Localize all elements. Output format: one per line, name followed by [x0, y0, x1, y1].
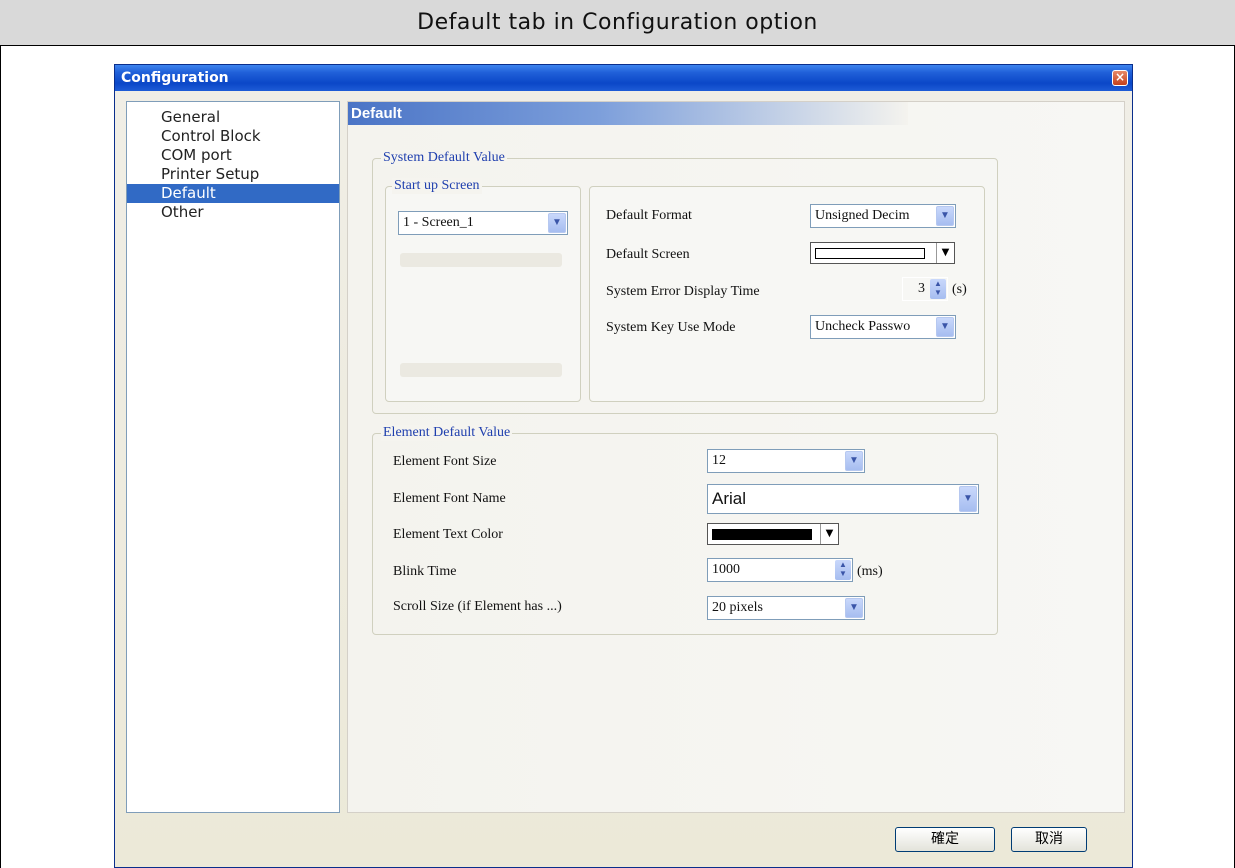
error-display-time-value: 3 — [918, 281, 925, 296]
font-name-select[interactable]: Arial ▼ — [707, 484, 979, 514]
startup-placeholder-bottom — [400, 363, 562, 377]
caret-down-icon[interactable]: ▼ — [820, 524, 838, 544]
ok-button[interactable]: 確定 — [895, 827, 995, 852]
close-icon[interactable]: × — [1112, 70, 1128, 86]
chevron-down-icon[interactable]: ▼ — [845, 598, 863, 618]
error-display-time-label: System Error Display Time — [606, 284, 760, 299]
error-display-time-spinner[interactable]: 3 ▲ ▼ — [902, 277, 948, 301]
font-size-label: Element Font Size — [393, 454, 497, 469]
system-default-group: System Default Value Start up Screen 1 -… — [372, 150, 998, 414]
startup-screen-group: Start up Screen 1 - Screen_1 ▼ — [385, 178, 581, 402]
scroll-size-label: Scroll Size (if Element has ...) — [393, 599, 562, 614]
system-settings-box: Default Format Unsigned Decim ▼ Default … — [589, 186, 985, 402]
default-format-label: Default Format — [606, 208, 692, 223]
nav-item-com-port[interactable]: COM port — [127, 146, 339, 165]
font-name-label: Element Font Name — [393, 491, 506, 506]
chevron-down-icon[interactable]: ▼ — [959, 486, 977, 512]
nav-item-control-block[interactable]: Control Block — [127, 127, 339, 146]
startup-placeholder-top — [400, 253, 562, 267]
default-format-select[interactable]: Unsigned Decim ▼ — [810, 204, 956, 228]
nav-item-general[interactable]: General — [127, 108, 339, 127]
text-color-label: Element Text Color — [393, 527, 503, 542]
dialog-title: Configuration — [121, 70, 229, 86]
nav-item-default[interactable]: Default — [127, 184, 339, 203]
startup-screen-select[interactable]: 1 - Screen_1 ▼ — [398, 211, 568, 235]
default-screen-label: Default Screen — [606, 247, 690, 262]
figure-caption: Default tab in Configuration option — [0, 0, 1235, 46]
panel-header: Default — [348, 102, 908, 125]
category-list: General Control Block COM port Printer S… — [126, 101, 340, 813]
blink-time-spinner[interactable]: 1000 ▲ ▼ — [707, 558, 853, 582]
blink-time-unit: (ms) — [857, 564, 883, 579]
default-screen-swatch — [815, 248, 925, 259]
system-default-title: System Default Value — [381, 150, 507, 166]
chevron-down-icon[interactable]: ▼ — [936, 317, 954, 337]
font-name-value: Arial — [712, 489, 747, 508]
text-color-picker[interactable]: ▼ — [707, 523, 839, 545]
spin-arrows-icon[interactable]: ▲ ▼ — [835, 560, 851, 580]
settings-panel: Default System Default Value Start up Sc… — [347, 101, 1125, 813]
dialog-body: General Control Block COM port Printer S… — [115, 91, 1132, 867]
text-color-swatch — [712, 529, 812, 540]
key-use-mode-label: System Key Use Mode — [606, 320, 736, 335]
font-size-select[interactable]: 12 ▼ — [707, 449, 865, 473]
element-default-group: Element Default Value Element Font Size … — [372, 425, 998, 635]
font-size-value: 12 — [712, 453, 726, 468]
nav-item-other[interactable]: Other — [127, 203, 339, 222]
cancel-button[interactable]: 取消 — [1011, 827, 1087, 852]
default-format-value: Unsigned Decim — [815, 208, 910, 223]
nav-item-printer-setup[interactable]: Printer Setup — [127, 165, 339, 184]
startup-screen-title: Start up Screen — [392, 178, 482, 194]
blink-time-value: 1000 — [712, 562, 740, 577]
chevron-down-icon[interactable]: ▼ — [548, 213, 566, 233]
configuration-dialog: Configuration × General Control Block CO… — [114, 64, 1133, 868]
scroll-size-value: 20 pixels — [712, 600, 763, 615]
scroll-size-select[interactable]: 20 pixels ▼ — [707, 596, 865, 620]
key-use-mode-value: Uncheck Passwo — [815, 319, 911, 334]
error-display-time-unit: (s) — [952, 282, 967, 297]
element-default-title: Element Default Value — [381, 425, 513, 441]
startup-screen-value: 1 - Screen_1 — [403, 215, 474, 230]
dialog-titlebar: Configuration × — [115, 65, 1132, 91]
blink-time-label: Blink Time — [393, 564, 457, 579]
chevron-down-icon[interactable]: ▼ — [936, 206, 954, 226]
spin-arrows-icon[interactable]: ▲ ▼ — [930, 279, 946, 299]
key-use-mode-select[interactable]: Uncheck Passwo ▼ — [810, 315, 956, 339]
default-screen-color-picker[interactable]: ▼ — [810, 242, 955, 264]
chevron-down-icon[interactable]: ▼ — [845, 451, 863, 471]
caret-down-icon[interactable]: ▼ — [936, 243, 954, 263]
